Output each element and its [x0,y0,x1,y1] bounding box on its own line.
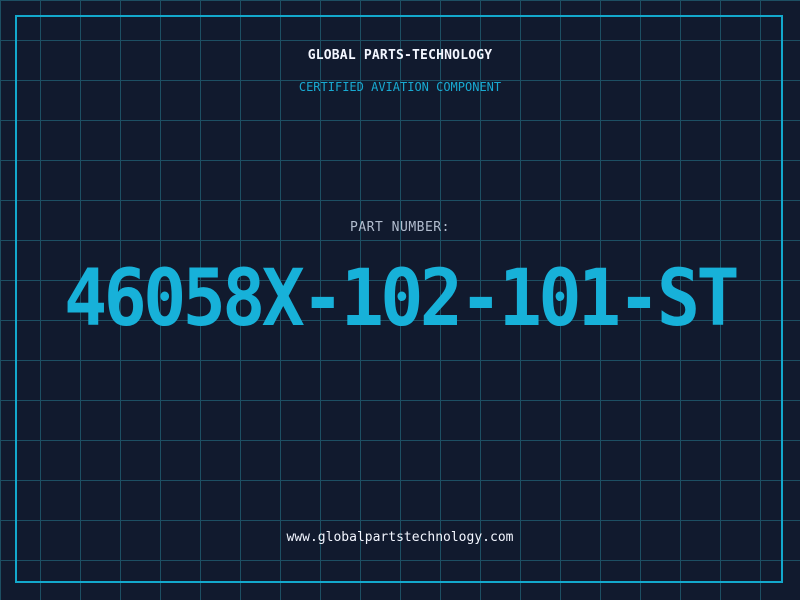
website-link[interactable]: www.globalpartstechnology.com [0,530,800,545]
company-name: GLOBAL PARTS-TECHNOLOGY [307,48,493,63]
part-number-label: PART NUMBER: [350,220,450,235]
part-number-value: 46058X-102-101-ST [64,254,740,344]
certificate-page: GLOBAL PARTS-TECHNOLOGY CERTIFIED AVIATI… [0,0,800,600]
certification-subtitle: CERTIFIED AVIATION COMPONENT [298,80,502,94]
